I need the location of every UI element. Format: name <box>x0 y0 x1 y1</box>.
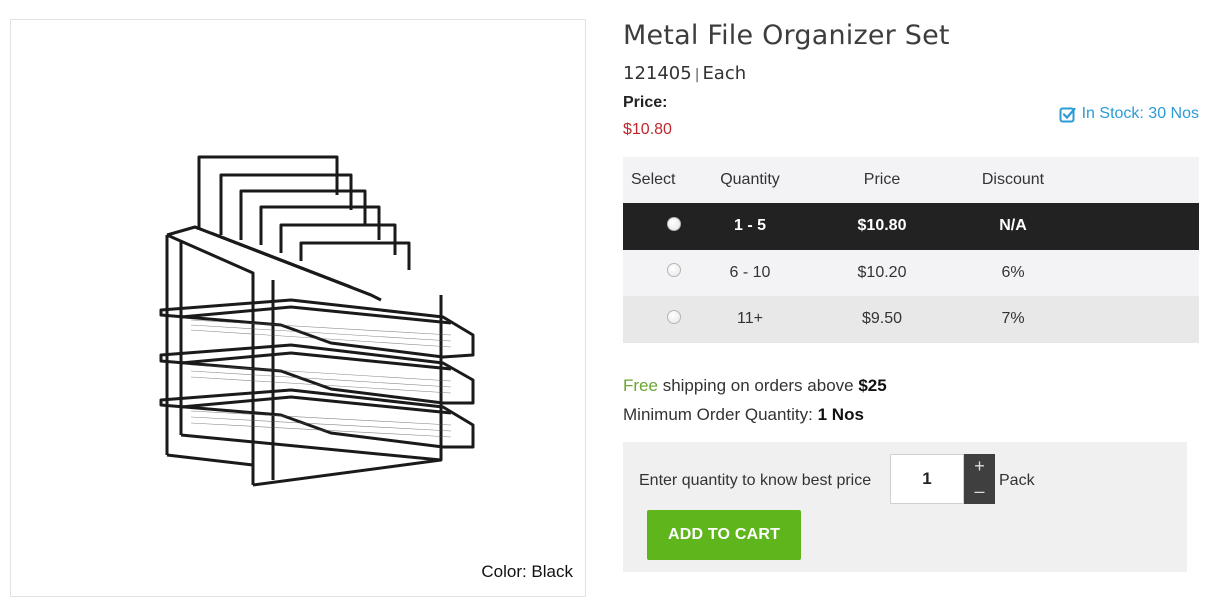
spacer-cell <box>1079 296 1199 343</box>
decrement-button[interactable]: – <box>964 479 995 504</box>
discount-cell: 7% <box>947 296 1079 343</box>
tier-radio-3[interactable] <box>667 309 681 324</box>
price-cell: $10.20 <box>817 249 947 296</box>
select-cell <box>623 249 683 296</box>
moq-value: 1 Nos <box>817 405 864 424</box>
free-label: Free <box>623 376 658 395</box>
header-price: Price <box>817 157 947 203</box>
product-image-panel: Color: Black <box>10 19 586 597</box>
quantity-stepper: + – <box>964 454 995 504</box>
shipping-info: Free shipping on orders above $25 <box>623 376 887 396</box>
spacer-cell <box>1079 203 1199 250</box>
header-spacer <box>1079 157 1199 203</box>
discount-cell: N/A <box>947 203 1079 250</box>
select-cell <box>623 203 683 250</box>
shipping-threshold: $25 <box>858 376 887 395</box>
price-value: $10.80 <box>623 121 672 138</box>
shipping-text: shipping on orders above <box>657 376 859 395</box>
quantity-cell: 6 - 10 <box>683 249 817 296</box>
quantity-cell: 11+ <box>683 296 817 343</box>
minimum-order-quantity: Minimum Order Quantity: 1 Nos <box>623 405 864 425</box>
unit-of-measure: Each <box>702 63 747 84</box>
sku: 121405 <box>623 63 692 84</box>
price-cell: $10.80 <box>817 203 947 250</box>
tier-radio-1[interactable] <box>667 216 681 231</box>
file-organizer-image <box>159 155 475 487</box>
color-label: Color: Black <box>481 562 573 581</box>
sku-line: 121405 | Each <box>623 63 746 84</box>
table-row[interactable]: 11+ $9.50 7% <box>623 296 1199 343</box>
sku-separator: | <box>694 67 700 83</box>
stock-status: In Stock: 30 Nos <box>1059 105 1199 123</box>
tier-radio-2[interactable] <box>667 263 681 278</box>
quantity-unit: Pack <box>999 472 1035 489</box>
moq-label: Minimum Order Quantity: <box>623 405 818 424</box>
header-select: Select <box>623 157 683 203</box>
product-title: Metal File Organizer Set <box>623 20 950 51</box>
spacer-cell <box>1079 249 1199 296</box>
add-to-cart-panel: Enter quantity to know best price + – Pa… <box>623 442 1187 572</box>
add-to-cart-button[interactable]: ADD TO CART <box>647 510 801 560</box>
quantity-prompt: Enter quantity to know best price <box>639 472 872 489</box>
table-header-row: Select Quantity Price Discount <box>623 157 1199 203</box>
header-quantity: Quantity <box>683 157 817 203</box>
table-row[interactable]: 6 - 10 $10.20 6% <box>623 249 1199 296</box>
select-cell <box>623 296 683 343</box>
quantity-input[interactable] <box>890 454 964 504</box>
discount-cell: 6% <box>947 249 1079 296</box>
price-tier-table: Select Quantity Price Discount 1 - 5 $10… <box>623 157 1199 343</box>
increment-button[interactable]: + <box>964 454 995 479</box>
price-label: Price: <box>623 94 668 111</box>
check-square-icon <box>1059 107 1076 122</box>
header-discount: Discount <box>947 157 1079 203</box>
table-row[interactable]: 1 - 5 $10.80 N/A <box>623 203 1199 250</box>
stock-text: In Stock: 30 Nos <box>1081 105 1199 122</box>
price-cell: $9.50 <box>817 296 947 343</box>
quantity-cell: 1 - 5 <box>683 203 817 250</box>
